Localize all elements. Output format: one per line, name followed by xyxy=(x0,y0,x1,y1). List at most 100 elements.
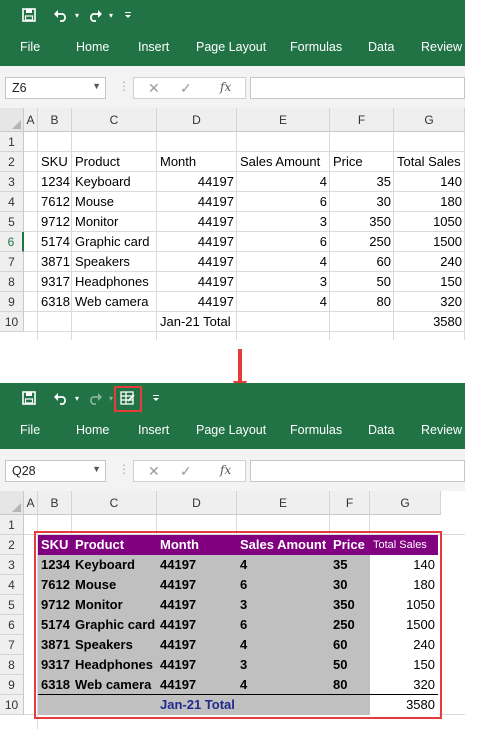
column-header-a[interactable]: A xyxy=(24,108,38,132)
cancel-icon[interactable]: ✕ xyxy=(148,463,160,480)
redo-dropdown-icon[interactable]: ▾ xyxy=(106,4,116,26)
tab-file[interactable]: File xyxy=(20,423,40,437)
cell-product[interactable]: Graphic card xyxy=(72,232,157,252)
tab-data[interactable]: Data xyxy=(368,40,394,54)
cell-month[interactable]: 44197 xyxy=(157,192,237,212)
cell-sales-amount[interactable]: 6 xyxy=(237,232,330,252)
row-header-9[interactable]: 9 xyxy=(0,292,24,312)
cell-month[interactable]: 44197 xyxy=(157,292,237,312)
cell-header-sales-amount[interactable]: Sales Amount xyxy=(237,152,330,172)
row-header-3[interactable]: 3 xyxy=(0,555,24,575)
tab-home[interactable]: Home xyxy=(76,40,109,54)
select-all-corner[interactable] xyxy=(0,108,24,132)
column-header-f[interactable]: F xyxy=(330,491,370,515)
cell-price[interactable]: 50 xyxy=(330,272,394,292)
undo-dropdown-icon[interactable]: ▾ xyxy=(72,387,82,409)
row-header-10[interactable]: 10 xyxy=(0,312,24,332)
cell-sku[interactable]: 7612 xyxy=(38,192,72,212)
column-header-d[interactable]: D xyxy=(157,108,237,132)
cell-total-sales[interactable]: 1500 xyxy=(394,232,465,252)
cell-product[interactable]: Web camera xyxy=(72,292,157,312)
tab-insert[interactable]: Insert xyxy=(138,423,169,437)
cell-sales-amount[interactable]: 3 xyxy=(237,272,330,292)
row-header-5[interactable]: 5 xyxy=(0,595,24,615)
check-icon[interactable]: ✓ xyxy=(180,80,192,97)
cell-sku[interactable]: 9712 xyxy=(38,212,72,232)
save-icon[interactable] xyxy=(18,4,40,26)
formula-input[interactable] xyxy=(250,77,465,99)
cell-sales-amount[interactable]: 3 xyxy=(237,212,330,232)
undo-dropdown-icon[interactable]: ▾ xyxy=(72,4,82,26)
cell-total-label[interactable]: Jan-21 Total xyxy=(157,312,237,332)
insert-function-icon[interactable]: fx xyxy=(220,463,231,477)
column-header-b[interactable]: B xyxy=(38,108,72,132)
cell-product[interactable]: Headphones xyxy=(72,272,157,292)
cell-price[interactable]: 35 xyxy=(330,172,394,192)
chevron-down-icon[interactable]: ▼ xyxy=(92,81,101,91)
tab-file[interactable]: File xyxy=(20,40,40,54)
tab-insert[interactable]: Insert xyxy=(138,40,169,54)
tab-page-layout[interactable]: Page Layout xyxy=(196,40,266,54)
cell-sales-amount[interactable]: 4 xyxy=(237,292,330,312)
column-header-d[interactable]: D xyxy=(157,491,237,515)
cell-sku[interactable]: 9317 xyxy=(38,272,72,292)
tab-review[interactable]: Review xyxy=(421,423,462,437)
cell-price[interactable]: 80 xyxy=(330,292,394,312)
row-header-2[interactable]: 2 xyxy=(0,535,24,555)
save-icon[interactable] xyxy=(18,387,40,409)
row-header-3[interactable]: 3 xyxy=(0,172,24,192)
undo-icon[interactable] xyxy=(50,387,72,409)
row-header-9[interactable]: 9 xyxy=(0,675,24,695)
column-header-a[interactable]: A xyxy=(24,491,38,515)
cell-sales-amount[interactable]: 4 xyxy=(237,172,330,192)
formula-input[interactable] xyxy=(250,460,465,482)
row-header-7[interactable]: 7 xyxy=(0,252,24,272)
cell-header-product[interactable]: Product xyxy=(72,152,157,172)
row-header-8[interactable]: 8 xyxy=(0,272,24,292)
cell-price[interactable]: 350 xyxy=(330,212,394,232)
row-header-1[interactable]: 1 xyxy=(0,515,24,535)
column-header-b[interactable]: B xyxy=(38,491,72,515)
cell-month[interactable]: 44197 xyxy=(157,212,237,232)
cell-sku[interactable]: 5174 xyxy=(38,232,72,252)
cell-grand-total[interactable]: 3580 xyxy=(394,312,465,332)
name-box[interactable]: Q28 ▼ xyxy=(5,460,106,482)
row-header-4[interactable]: 4 xyxy=(0,192,24,212)
cell-price[interactable]: 60 xyxy=(330,252,394,272)
cell-product[interactable]: Keyboard xyxy=(72,172,157,192)
formula-bar-grip[interactable]: ⋮ xyxy=(118,79,130,97)
column-header-e[interactable]: E xyxy=(237,491,330,515)
cell-sales-amount[interactable]: 6 xyxy=(237,192,330,212)
cell-sku[interactable]: 1234 xyxy=(38,172,72,192)
tab-data[interactable]: Data xyxy=(368,423,394,437)
tab-page-layout[interactable]: Page Layout xyxy=(196,423,266,437)
cell-total-sales[interactable]: 180 xyxy=(394,192,465,212)
cell-header-price[interactable]: Price xyxy=(330,152,394,172)
cell-sku[interactable]: 6318 xyxy=(38,292,72,312)
column-header-g[interactable]: G xyxy=(394,108,465,132)
chevron-down-icon[interactable]: ▼ xyxy=(92,464,101,474)
customize-qat-icon[interactable] xyxy=(150,387,162,409)
row-header-7[interactable]: 7 xyxy=(0,635,24,655)
row-header-2[interactable]: 2 xyxy=(0,152,24,172)
insert-function-icon[interactable]: fx xyxy=(220,80,231,94)
redo-icon[interactable] xyxy=(84,387,106,409)
row-header-4[interactable]: 4 xyxy=(0,575,24,595)
cell-product[interactable]: Mouse xyxy=(72,192,157,212)
tab-formulas[interactable]: Formulas xyxy=(290,40,342,54)
cell-total-sales[interactable]: 150 xyxy=(394,272,465,292)
column-header-c[interactable]: C xyxy=(72,108,157,132)
select-all-corner[interactable] xyxy=(0,491,24,515)
column-header-e[interactable]: E xyxy=(237,108,330,132)
cell-sales-amount[interactable]: 4 xyxy=(237,252,330,272)
cell-product[interactable]: Monitor xyxy=(72,212,157,232)
row-header-1[interactable]: 1 xyxy=(0,132,24,152)
customize-qat-icon[interactable] xyxy=(122,4,134,26)
row-header-5[interactable]: 5 xyxy=(0,212,24,232)
column-header-g[interactable]: G xyxy=(370,491,441,515)
tab-review[interactable]: Review xyxy=(421,40,462,54)
column-header-f[interactable]: F xyxy=(330,108,394,132)
redo-icon[interactable] xyxy=(84,4,106,26)
check-icon[interactable]: ✓ xyxy=(180,463,192,480)
cell-product[interactable]: Speakers xyxy=(72,252,157,272)
